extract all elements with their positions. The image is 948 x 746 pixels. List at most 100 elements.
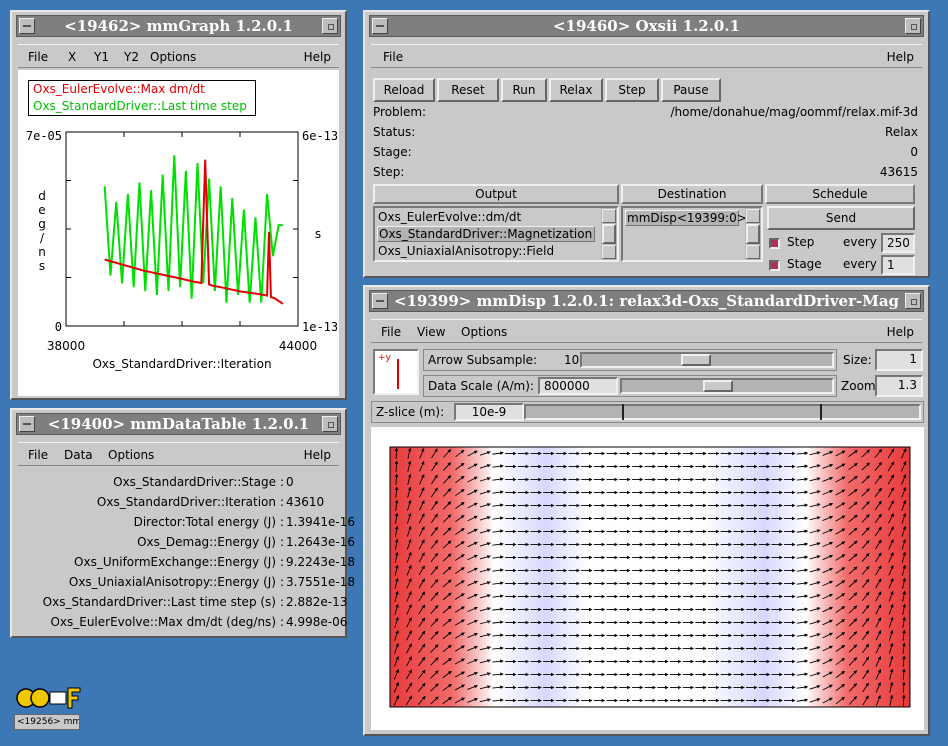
magnetization-canvas [389, 446, 911, 708]
data-scale-input[interactable]: 800000 [538, 377, 618, 395]
menu-file[interactable]: File [28, 50, 48, 64]
output-scrollbar[interactable] [601, 208, 617, 260]
table-row: Oxs_Demag::Energy (J):1.2643e-16 [20, 532, 355, 552]
output-item[interactable]: Oxs_UniaxialAnisotropy::Field [378, 244, 554, 258]
send-button[interactable]: Send [767, 206, 915, 230]
arrow-subsample-control: Arrow Subsample: 10 [423, 349, 837, 371]
scroll-thumb[interactable] [746, 224, 760, 244]
y-axis-label: d e g / n s [38, 189, 46, 273]
menu-y1[interactable]: Y1 [94, 50, 109, 64]
graph-canvas[interactable]: Oxs_EulerEvolve::Max dm/dt Oxs_StandardD… [18, 70, 339, 396]
zslice-control: Z-slice (m): 10e-9 [371, 401, 924, 423]
menu-view[interactable]: View [417, 325, 445, 339]
menu-help[interactable]: Help [304, 50, 331, 64]
zoom-input[interactable]: 1.3 [875, 375, 923, 397]
relax-button[interactable]: Relax [549, 78, 603, 102]
mmdisp-menubar: File View Options Help [371, 319, 922, 343]
datatable-menubar: File Data Options Help [18, 442, 339, 466]
status-value: Relax [885, 125, 918, 139]
oxsii-menubar: File Help [371, 44, 922, 68]
data-scale-slider[interactable] [620, 378, 834, 394]
maximize-button[interactable] [905, 293, 921, 309]
arrow-subsample-slider[interactable] [580, 352, 834, 368]
magnetization-arrow-icon [394, 460, 399, 472]
magnetization-display[interactable] [371, 427, 924, 730]
scroll-down-icon[interactable] [602, 245, 616, 259]
scroll-thumb[interactable] [602, 224, 616, 244]
reload-button[interactable]: Reload [373, 78, 435, 102]
menu-file[interactable]: File [381, 325, 401, 339]
problem-value: /home/donahue/mag/oommf/relax.mif-3d [670, 105, 918, 119]
scroll-down-icon[interactable] [746, 245, 760, 259]
step-schedule-label: Step [787, 235, 815, 249]
menu-x[interactable]: X [68, 50, 76, 64]
schedule-header: Schedule [765, 184, 915, 204]
y2-axis-label: s [315, 227, 321, 241]
step-schedule-checkbox[interactable] [769, 238, 780, 249]
arrow-subsample-label: Arrow Subsample: [428, 353, 538, 367]
menu-file[interactable]: File [383, 50, 403, 64]
axis-arrow-icon [397, 359, 399, 389]
table-row-name: Oxs_StandardDriver::Stage [113, 475, 276, 489]
table-row-separator: : [280, 595, 285, 609]
zslice-range-marker[interactable] [622, 404, 624, 420]
oommf-icon[interactable]: <19256> mm [14, 684, 82, 732]
stage-every-input[interactable]: 1 [881, 255, 915, 275]
table-row: Oxs_StandardDriver::Iteration:43610 [20, 492, 340, 512]
step-button[interactable]: Step [605, 78, 659, 102]
mmgraph-titlebar[interactable]: <19462> mmGraph 1.2.0.1 [16, 15, 341, 37]
zslice-label: Z-slice (m): [376, 405, 445, 419]
slider-thumb[interactable] [703, 380, 733, 392]
oxsii-info: Problem: /home/donahue/mag/oommf/relax.m… [373, 105, 918, 185]
menu-file[interactable]: File [28, 448, 48, 462]
table-row-name: Oxs_Demag::Energy (J) [137, 535, 276, 549]
table-row: Oxs_UniformExchange::Energy (J):9.2243e-… [20, 552, 355, 572]
zslice-input[interactable]: 10e-9 [454, 403, 524, 421]
table-row-value: 3.7551e-18 [286, 575, 355, 589]
output-item[interactable]: Oxs_EulerEvolve::dm/dt [378, 210, 521, 224]
mmdisp-titlebar[interactable]: <19399> mmDisp 1.2.0.1: relax3d-Oxs_Stan… [369, 290, 924, 312]
zslice-range-marker[interactable] [820, 404, 822, 420]
table-row-value: 1.3941e-16 [286, 515, 355, 529]
maximize-button[interactable] [905, 18, 921, 34]
menu-help[interactable]: Help [304, 448, 331, 462]
menu-options[interactable]: Options [150, 50, 196, 64]
datatable-titlebar[interactable]: <19400> mmDataTable 1.2.0.1 [16, 413, 341, 435]
table-row-separator: : [280, 515, 285, 529]
window-menu-button[interactable] [19, 416, 35, 432]
menu-help[interactable]: Help [887, 325, 914, 339]
window-menu-button[interactable] [19, 18, 35, 34]
scroll-up-icon[interactable] [602, 209, 616, 223]
destination-scrollbar[interactable] [745, 208, 761, 260]
maximize-button[interactable] [322, 416, 338, 432]
menu-help[interactable]: Help [887, 50, 914, 64]
zoom-label: Zoom: [841, 379, 880, 393]
oxsii-titlebar[interactable]: <19460> Oxsii 1.2.0.1 [369, 15, 924, 37]
table-row-name: Oxs_UniaxialAnisotropy::Energy (J) [68, 575, 276, 589]
window-menu-button[interactable] [372, 293, 388, 309]
step-every-input[interactable]: 250 [881, 233, 915, 253]
menu-data[interactable]: Data [64, 448, 93, 462]
maximize-button[interactable] [322, 18, 338, 34]
menu-options[interactable]: Options [108, 448, 154, 462]
table-row-name: Oxs_UniformExchange::Energy (J) [74, 555, 276, 569]
zslice-slider[interactable] [524, 404, 921, 420]
destination-list[interactable]: mmDisp<19399:0> [621, 206, 763, 262]
pause-button[interactable]: Pause [661, 78, 721, 102]
output-list[interactable]: Oxs_EulerEvolve::dm/dt Oxs_StandardDrive… [373, 206, 619, 262]
reset-button[interactable]: Reset [437, 78, 499, 102]
table-row-separator: : [280, 475, 285, 489]
x-tick-right: 44000 [279, 339, 317, 353]
menu-options[interactable]: Options [461, 325, 507, 339]
window-menu-button[interactable] [372, 18, 388, 34]
data-scale-label: Data Scale (A/m): [428, 379, 534, 393]
run-button[interactable]: Run [501, 78, 547, 102]
scroll-up-icon[interactable] [746, 209, 760, 223]
destination-item[interactable]: mmDisp<19399:0> [625, 210, 747, 226]
menu-y2[interactable]: Y2 [124, 50, 139, 64]
output-item-selected[interactable]: Oxs_StandardDriver::Magnetization [377, 226, 595, 242]
size-input[interactable]: 1 [875, 349, 923, 371]
table-row-separator: : [280, 615, 285, 629]
slider-thumb[interactable] [681, 354, 711, 366]
stage-schedule-checkbox[interactable] [769, 260, 780, 271]
